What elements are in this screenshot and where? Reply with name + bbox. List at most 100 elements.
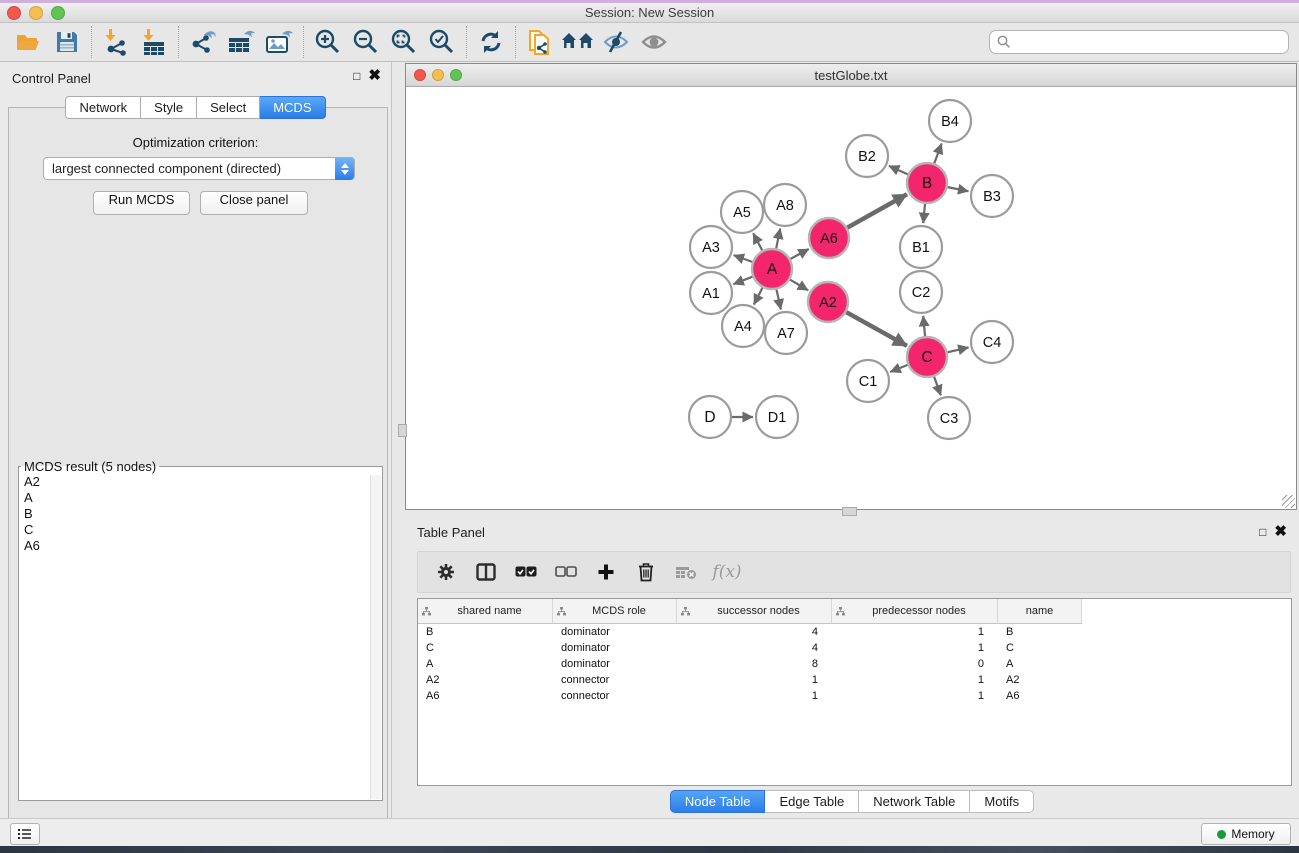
table-row[interactable]: A6connector11A6 (418, 688, 1291, 704)
graph-edge-A-A4[interactable] (754, 288, 763, 305)
tab-edge-table[interactable]: Edge Table (765, 790, 859, 813)
graph-edge-B-B2[interactable] (889, 166, 908, 175)
result-scrollbar[interactable] (370, 475, 381, 799)
float-panel-icon[interactable]: □ (353, 69, 360, 83)
zoom-in-button[interactable] (309, 25, 347, 59)
close-panel-icon[interactable]: ✖ (368, 69, 381, 83)
table-row[interactable]: Adominator80A (418, 656, 1291, 672)
graph-edge-A2-C[interactable] (846, 312, 907, 346)
table-row[interactable]: Bdominator41B (418, 624, 1291, 640)
table-options-button[interactable] (428, 554, 464, 590)
column-header[interactable]: shared name (418, 599, 553, 623)
columns-icon (476, 563, 496, 581)
duplicate-network-button[interactable] (521, 25, 559, 59)
delete-columns-button[interactable] (628, 554, 664, 590)
mcds-result-item[interactable]: B (19, 506, 382, 522)
minimize-window-button[interactable] (29, 6, 43, 20)
zoom-window-button[interactable] (51, 6, 65, 20)
table-row[interactable]: A2connector11A2 (418, 672, 1291, 688)
run-mcds-button[interactable]: Run MCDS (93, 191, 190, 215)
float-panel-icon[interactable]: □ (1259, 525, 1266, 539)
graph-node-label: A4 (734, 319, 752, 335)
unselect-all-columns-button[interactable] (548, 554, 584, 590)
zoom-out-button[interactable] (347, 25, 385, 59)
close-window-button[interactable] (7, 6, 21, 20)
criterion-dropdown[interactable]: largest connected component (directed) (43, 157, 355, 180)
unchecked-boxes-icon (555, 566, 577, 578)
memory-button[interactable]: Memory (1201, 823, 1291, 845)
graph-edge-B-B3[interactable] (948, 187, 969, 191)
zoom-selected-icon (428, 28, 456, 56)
graph-edge-C-C2[interactable] (923, 316, 925, 336)
close-panel-button[interactable]: Close panel (200, 191, 308, 215)
graph-edge-A-A8[interactable] (776, 229, 780, 249)
graph-edge-C-C1[interactable] (890, 365, 907, 372)
network-canvas[interactable]: B4B2BB3A8A5A6A3B1AC2A1A2A4A7C4CC1C3DD1 (406, 87, 1296, 509)
tab-network[interactable]: Network (65, 96, 141, 119)
table-cell: 1 (677, 672, 832, 688)
task-history-button[interactable] (10, 823, 40, 845)
mcds-result-item[interactable]: A2 (19, 474, 382, 490)
search-input[interactable] (989, 30, 1289, 54)
graph-edge-A-A7[interactable] (776, 290, 780, 310)
graph-edge-C-C4[interactable] (947, 347, 968, 352)
graph-edge-A-A1[interactable] (733, 277, 752, 285)
zoom-selected-button[interactable] (423, 25, 461, 59)
show-graphics-details-button[interactable] (635, 25, 673, 59)
select-all-columns-button[interactable] (508, 554, 544, 590)
network-close-button[interactable] (414, 69, 426, 81)
hide-graphics-details-button[interactable] (597, 25, 635, 59)
save-session-button[interactable] (48, 25, 86, 59)
graph-node-label: B2 (858, 149, 876, 165)
refresh-view-button[interactable] (472, 25, 510, 59)
table-cell: 1 (832, 688, 998, 704)
graph-edge-B-B1[interactable] (923, 204, 925, 223)
mcds-result-item[interactable]: C (19, 522, 382, 538)
home-view-button[interactable] (559, 25, 597, 59)
mcds-result-item[interactable]: A6 (19, 538, 382, 554)
horizontal-splitter-grip[interactable] (842, 507, 857, 516)
column-header[interactable]: name (998, 599, 1082, 623)
graph-edge-A-A6[interactable] (790, 249, 808, 259)
zoom-fit-button[interactable] (385, 25, 423, 59)
delete-table-button[interactable] (668, 554, 704, 590)
mcds-result-item[interactable]: A (19, 490, 382, 506)
open-file-button[interactable] (10, 25, 48, 59)
graph-edge-C-C3[interactable] (934, 377, 941, 396)
control-panel: Control Panel □ ✖ Network Style Select M… (0, 62, 392, 818)
show-columns-button[interactable] (468, 554, 504, 590)
graph-edge-B-B4[interactable] (934, 144, 941, 164)
column-header-label: name (1026, 605, 1054, 617)
column-header[interactable]: MCDS role (553, 599, 677, 623)
network-minimize-button[interactable] (432, 69, 444, 81)
graph-edge-A-A3[interactable] (734, 255, 753, 262)
tab-motifs[interactable]: Motifs (970, 790, 1034, 813)
import-network-button[interactable] (97, 25, 135, 59)
vertical-splitter-grip[interactable] (398, 424, 407, 437)
export-table-button[interactable] (222, 25, 260, 59)
export-network-button[interactable] (184, 25, 222, 59)
window-resize-grip[interactable] (1282, 495, 1295, 508)
graph-edge-A-A2[interactable] (790, 280, 808, 291)
function-builder-button[interactable]: f(x) (708, 554, 744, 590)
graph-node-label: A7 (777, 326, 795, 342)
graph-edge-A6-B[interactable] (847, 194, 907, 227)
table-row[interactable]: Cdominator41C (418, 640, 1291, 656)
network-window-title: testGlobe.txt (815, 68, 888, 83)
network-window-titlebar[interactable]: testGlobe.txt (406, 64, 1296, 87)
add-column-button[interactable] (588, 554, 624, 590)
network-graph: B4B2BB3A8A5A6A3B1AC2A1A2A4A7C4CC1C3DD1 (406, 87, 1296, 509)
import-table-button[interactable] (135, 25, 173, 59)
graph-edge-A-A5[interactable] (753, 233, 762, 250)
network-zoom-button[interactable] (450, 69, 462, 81)
close-panel-icon[interactable]: ✖ (1274, 525, 1287, 539)
tab-node-table[interactable]: Node Table (670, 790, 766, 813)
tab-select[interactable]: Select (197, 96, 260, 119)
tab-style[interactable]: Style (141, 96, 197, 119)
tab-network-table[interactable]: Network Table (859, 790, 970, 813)
tab-mcds[interactable]: MCDS (260, 96, 325, 119)
column-header[interactable]: predecessor nodes (832, 599, 998, 623)
export-image-button[interactable] (260, 25, 298, 59)
app-titlebar: Session: New Session (0, 3, 1299, 23)
column-header[interactable]: successor nodes (677, 599, 832, 623)
